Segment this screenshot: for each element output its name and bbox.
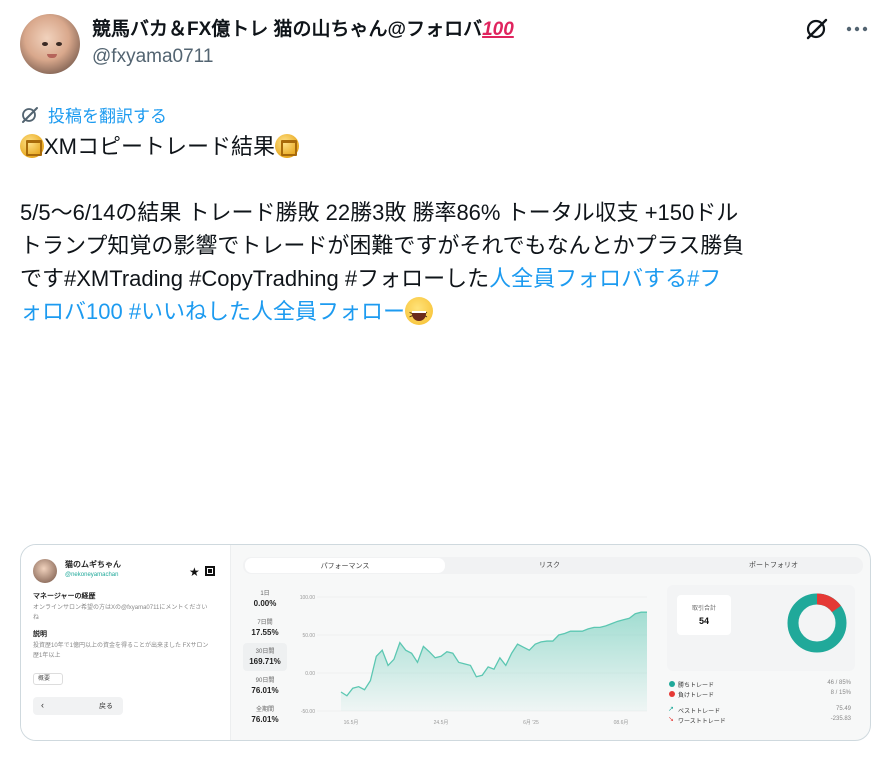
period-label: 7日間: [257, 620, 273, 626]
period-label: 30日間: [255, 649, 275, 655]
star-icon: ★: [189, 565, 200, 579]
stats-panel: 取引合計 54 勝ちトレード 46 / 85% 負けトレード 8 / 15% ↗…: [667, 585, 855, 735]
tab-performance: パフォーマンス: [245, 558, 445, 573]
period-label: 1日: [260, 591, 270, 597]
period-value: 76.01%: [251, 686, 279, 695]
y-tick-label: 0.00: [305, 671, 315, 677]
description-heading: 説明: [33, 631, 47, 638]
tweet-line-4-text: です#XMTrading #CopyTradhing #フォローした: [20, 266, 490, 291]
manager-history-text: オンラインサロン希望の方はXの@fxyama0711にメントくださいね: [33, 605, 208, 621]
period-value: 76.01%: [251, 715, 279, 724]
tweet-blank-line: [20, 163, 880, 196]
more-icon[interactable]: [842, 16, 872, 42]
author-handle[interactable]: @fxyama0711: [92, 46, 213, 68]
overview-tag-label: 概要: [38, 676, 51, 682]
performance-tabs: パフォーマンス リスク ポートフォリオ: [243, 557, 863, 574]
tweet-line-5: ォロバ100 #いいねした人全員フォロー: [20, 295, 880, 332]
period-7d: 7日間 17.55%: [243, 614, 287, 642]
period-value: 0.00%: [253, 599, 277, 608]
qr-code-icon: [205, 566, 215, 576]
worst-label: ワーストトレード: [678, 719, 726, 725]
manager-handle: @nekoneyamachan: [65, 572, 119, 578]
hashtag-link[interactable]: 人全員フォロバする#フ: [489, 266, 721, 291]
y-tick-label: -50.00: [301, 709, 315, 715]
win-dot-icon: [669, 681, 675, 687]
lose-label: 負けトレード: [678, 693, 715, 699]
x-tick-label: 08.6月: [614, 720, 629, 726]
lose-value: 8 / 15%: [830, 690, 851, 696]
win-trades-row: 勝ちトレード 46 / 85%: [667, 679, 855, 689]
lose-trades-row: 負けトレード 8 / 15%: [667, 689, 855, 699]
overview-tag: 概要: [33, 673, 63, 685]
avatar-eye: [42, 42, 48, 46]
total-trades-card: 取引合計 54: [677, 595, 731, 635]
laughing-emoji-icon: [405, 297, 434, 332]
best-trade-row: ↗ ベストトレード 75.49: [667, 705, 855, 715]
tweet-line-4: です#XMTrading #CopyTradhing #フォローした人全員フォロ…: [20, 262, 880, 295]
tab-risk: リスク: [539, 562, 560, 569]
worst-trade-row: ↘ ワーストトレード -235.83: [667, 715, 855, 725]
period-1d: 1日 0.00%: [243, 585, 287, 613]
tweet-line-3: トランプ知覚の影響でトレードが困難ですがそれでもなんとかプラス勝負: [20, 233, 745, 258]
period-30d: 30日間 169.71%: [243, 643, 287, 671]
coin-emoji-icon: [20, 134, 44, 158]
best-label: ベストトレード: [678, 709, 721, 715]
display-name-text: 競馬バカ＆FX億トレ 猫の山ちゃん@フォロバ: [92, 19, 483, 40]
media-image-card[interactable]: 猫のムギちゃん @nekoneyamachan ★ マネージャーの経歴 オンライ…: [20, 544, 871, 741]
x-tick-label: 6月 '25: [523, 720, 539, 726]
description-text: 投資歴10年で1億円以上の資金を得ることが出来ました FXサロン歴1年以上: [33, 643, 209, 659]
chevron-left-icon: ‹: [41, 700, 44, 710]
tweet-line-1: XMコピートレード結果: [20, 130, 880, 163]
profile-panel: 猫のムギちゃん @nekoneyamachan ★ マネージャーの経歴 オンライ…: [21, 545, 231, 740]
period-90d: 90日間 76.01%: [243, 672, 287, 700]
avatar-mouth: [47, 54, 57, 58]
manager-history-heading: マネージャーの経歴: [33, 593, 96, 600]
manager-avatar: [33, 559, 57, 583]
period-label: 90日間: [255, 678, 275, 684]
total-trades-box: 取引合計 54: [667, 585, 855, 671]
grok-translate-icon: [22, 106, 38, 123]
performance-chart: 100.00 50.00 0.00 -50.00 16.5月 24.5月 6月 '25 08.…: [293, 589, 653, 729]
period-value: 169.71%: [249, 657, 281, 666]
x-tick-label: 24.5月: [434, 720, 449, 726]
trend-down-icon: ↘: [668, 716, 674, 723]
worst-value: -235.83: [830, 716, 851, 722]
period-value: 17.55%: [251, 628, 279, 637]
best-value: 75.49: [835, 706, 851, 712]
tweet-line-1-text: XMコピートレード結果: [44, 134, 276, 159]
grok-icon[interactable]: [804, 16, 830, 42]
y-tick-label: 50.00: [302, 633, 315, 639]
y-tick-label: 100.00: [300, 595, 316, 601]
win-label: 勝ちトレード: [678, 683, 715, 689]
translate-post-link[interactable]: 投稿を翻訳する: [20, 102, 167, 127]
back-label: 戻る: [99, 703, 113, 710]
lose-dot-icon: [669, 691, 675, 697]
tweet-line-2: 5/5〜6/14の結果 トレード勝敗 22勝3敗 勝率86% トータル収支 +1…: [20, 200, 739, 225]
tweet-text: XMコピートレード結果 5/5〜6/14の結果 トレード勝敗 22勝3敗 勝率8…: [20, 130, 880, 332]
manager-name: 猫のムギちゃん: [65, 560, 121, 569]
hashtag-link[interactable]: ォロバ100 #いいねした人全員フォロー: [20, 299, 405, 324]
author-display-name[interactable]: 競馬バカ＆FX億トレ 猫の山ちゃん@フォロバ100: [92, 14, 514, 41]
tab-portfolio: ポートフォリオ: [749, 562, 798, 569]
win-loss-donut: [787, 593, 847, 653]
period-label: 全期間: [255, 707, 274, 713]
hundred-points-emoji: 100: [482, 19, 514, 40]
performance-chart-svg: 100.00 50.00 0.00 -50.00 16.5月 24.5月 6月 '25 08.…: [300, 595, 647, 726]
coin-emoji-icon: [275, 134, 300, 158]
avatar-eye: [56, 42, 62, 46]
win-value: 46 / 85%: [827, 680, 851, 686]
back-button: ‹ 戻る: [33, 697, 123, 715]
period-all: 全期間 76.01%: [243, 701, 287, 729]
author-avatar[interactable]: [20, 14, 80, 74]
translate-label: 投稿を翻訳する: [48, 107, 167, 126]
total-trades-label: 取引合計: [691, 606, 716, 612]
total-trades-value: 54: [698, 616, 709, 626]
trend-up-icon: ↗: [668, 706, 674, 713]
x-tick-label: 16.5月: [344, 720, 359, 726]
